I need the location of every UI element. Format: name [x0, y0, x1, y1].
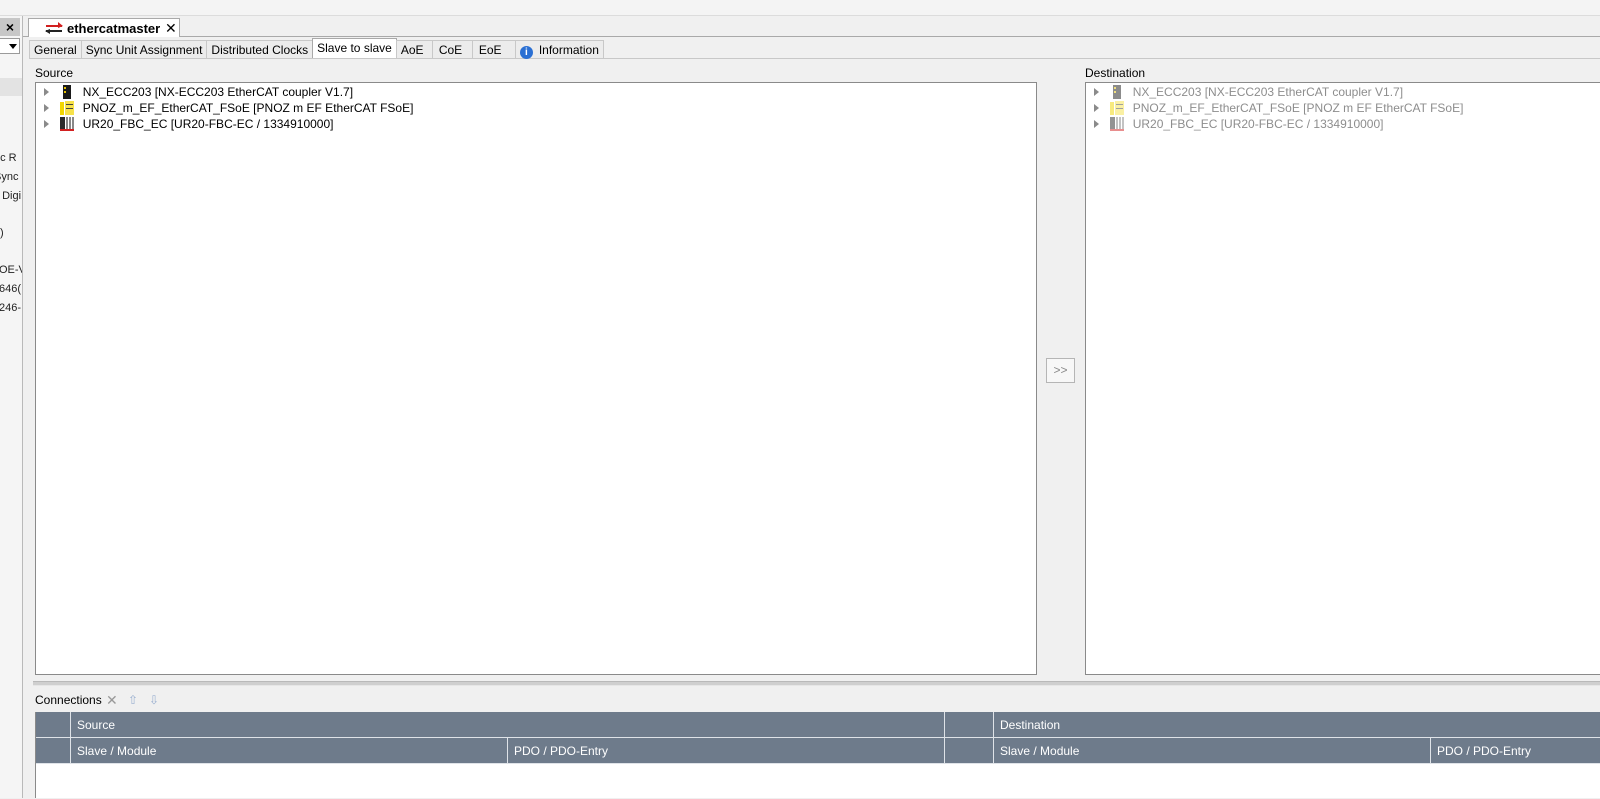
top-strip [0, 0, 1600, 16]
transfer-button[interactable]: >> [1046, 358, 1075, 383]
ethercat-master-icon [45, 22, 63, 34]
tree-item[interactable]: PNOZ_m_EF_EtherCAT_FSoE [PNOZ m EF Ether… [1094, 100, 1463, 116]
tab-coe[interactable]: CoE [431, 40, 473, 58]
tab-label: General [34, 43, 77, 57]
delete-connection-icon[interactable]: ✕ [106, 692, 118, 709]
io-module-device-icon [60, 117, 75, 131]
tree-item-label: PNOZ_m_EF_EtherCAT_FSoE [PNOZ m EF Ether… [82, 101, 414, 115]
expand-arrow-icon[interactable] [44, 104, 49, 112]
row-header-cell [36, 738, 71, 764]
move-down-icon[interactable]: ⇩ [149, 693, 159, 707]
expand-arrow-icon[interactable] [1094, 120, 1099, 128]
separator-header-cell [945, 712, 994, 738]
safety-device-icon [60, 101, 75, 115]
destination-slave-module-header[interactable]: Slave / Module [994, 738, 1431, 764]
editor-tab-ethercatmaster[interactable]: ethercatmaster ✕ [28, 18, 180, 37]
panel-text-fragment: . Digi [0, 190, 22, 202]
tab-label: Sync Unit Assignment [85, 43, 203, 57]
tree-item-label: UR20_FBC_EC [UR20-FBC-EC / 1334910000] [1132, 117, 1384, 131]
tree-item-label: PNOZ_m_EF_EtherCAT_FSoE [PNOZ m EF Ether… [1132, 101, 1464, 115]
destination-label: Destination [1085, 66, 1146, 80]
separator-header-cell [945, 738, 994, 764]
close-panel-button[interactable]: × [0, 18, 20, 36]
editor-tab-title: ethercatmaster [67, 21, 161, 36]
expand-arrow-icon[interactable] [1094, 88, 1099, 96]
expand-arrow-icon[interactable] [1094, 104, 1099, 112]
source-pdo-entry-header[interactable]: PDO / PDO-Entry [508, 738, 945, 764]
source-label: Source [35, 66, 74, 80]
expand-arrow-icon[interactable] [44, 120, 49, 128]
tree-item[interactable]: NX_ECC203 [NX-ECC203 EtherCAT coupler V1… [1094, 84, 1403, 100]
tab-label: CoE [438, 43, 463, 57]
move-up-icon[interactable]: ⇧ [128, 693, 138, 707]
panel-text-fragment: ) [0, 227, 4, 239]
row-header-cell [36, 712, 71, 738]
tab-information[interactable]: i Information [514, 40, 604, 59]
tree-item[interactable]: UR20_FBC_EC [UR20-FBC-EC / 1334910000] [44, 116, 333, 132]
connections-label: Connections [35, 693, 102, 707]
destination-group-header[interactable]: Destination [994, 712, 1600, 738]
settings-tabs: General Sync Unit Assignment Distributed… [29, 38, 604, 59]
panel-dropdown[interactable] [0, 38, 20, 54]
tab-aoe[interactable]: AoE [395, 40, 433, 58]
source-slave-module-header[interactable]: Slave / Module [71, 738, 508, 764]
destination-pdo-entry-header[interactable]: PDO / PDO-Entry [1431, 738, 1600, 764]
tab-label: Distributed Clocks [211, 43, 309, 57]
tree-item[interactable]: UR20_FBC_EC [UR20-FBC-EC / 1334910000] [1094, 116, 1383, 132]
tree-item-label: NX_ECC203 [NX-ECC203 EtherCAT coupler V1… [82, 85, 354, 99]
panel-text-fragment: 246- [0, 302, 22, 314]
tree-item-label: NX_ECC203 [NX-ECC203 EtherCAT coupler V1… [1132, 85, 1404, 99]
tree-item[interactable]: NX_ECC203 [NX-ECC203 EtherCAT coupler V1… [44, 84, 353, 100]
tree-item-label: UR20_FBC_EC [UR20-FBC-EC / 1334910000] [82, 117, 334, 131]
tab-slave-to-slave[interactable]: Slave to slave [312, 38, 397, 58]
safety-device-icon [1110, 101, 1125, 115]
selected-row[interactable] [0, 78, 22, 96]
tab-general[interactable]: General [29, 40, 82, 58]
source-group-header[interactable]: Source [71, 712, 945, 738]
tab-sync-unit-assignment[interactable]: Sync Unit Assignment [80, 40, 208, 58]
left-side-panel: × nc R Sync . Digi ) OE-V 646( 246- [0, 16, 23, 798]
tab-label: EoE [478, 43, 502, 57]
tree-item[interactable]: PNOZ_m_EF_EtherCAT_FSoE [PNOZ m EF Ether… [44, 100, 413, 116]
io-module-device-icon [1110, 117, 1125, 131]
expand-arrow-icon[interactable] [44, 88, 49, 96]
panel-splitter[interactable] [33, 681, 1600, 686]
panel-text-fragment: nc R [0, 152, 17, 164]
chevron-down-icon [9, 44, 17, 49]
panel-text-fragment: Sync [0, 171, 19, 183]
close-tab-icon[interactable]: ✕ [165, 20, 177, 37]
tab-distributed-clocks[interactable]: Distributed Clocks [206, 40, 314, 58]
tab-eoe[interactable]: EoE [471, 40, 516, 58]
connections-table[interactable]: Source Destination Slave / Module PDO / … [35, 712, 1600, 798]
source-tree[interactable]: NX_ECC203 [NX-ECC203 EtherCAT coupler V1… [35, 82, 1037, 675]
tab-label: AoE [400, 43, 424, 57]
coupler-device-icon [1113, 85, 1122, 99]
panel-text-fragment: OE-V [0, 264, 22, 276]
tab-label: Slave to slave [317, 41, 392, 55]
destination-tree[interactable]: NX_ECC203 [NX-ECC203 EtherCAT coupler V1… [1085, 82, 1600, 675]
tab-label: Information [538, 43, 599, 57]
info-icon: i [519, 46, 533, 59]
coupler-device-icon [63, 85, 72, 99]
panel-text-fragment: 646( [0, 283, 22, 295]
